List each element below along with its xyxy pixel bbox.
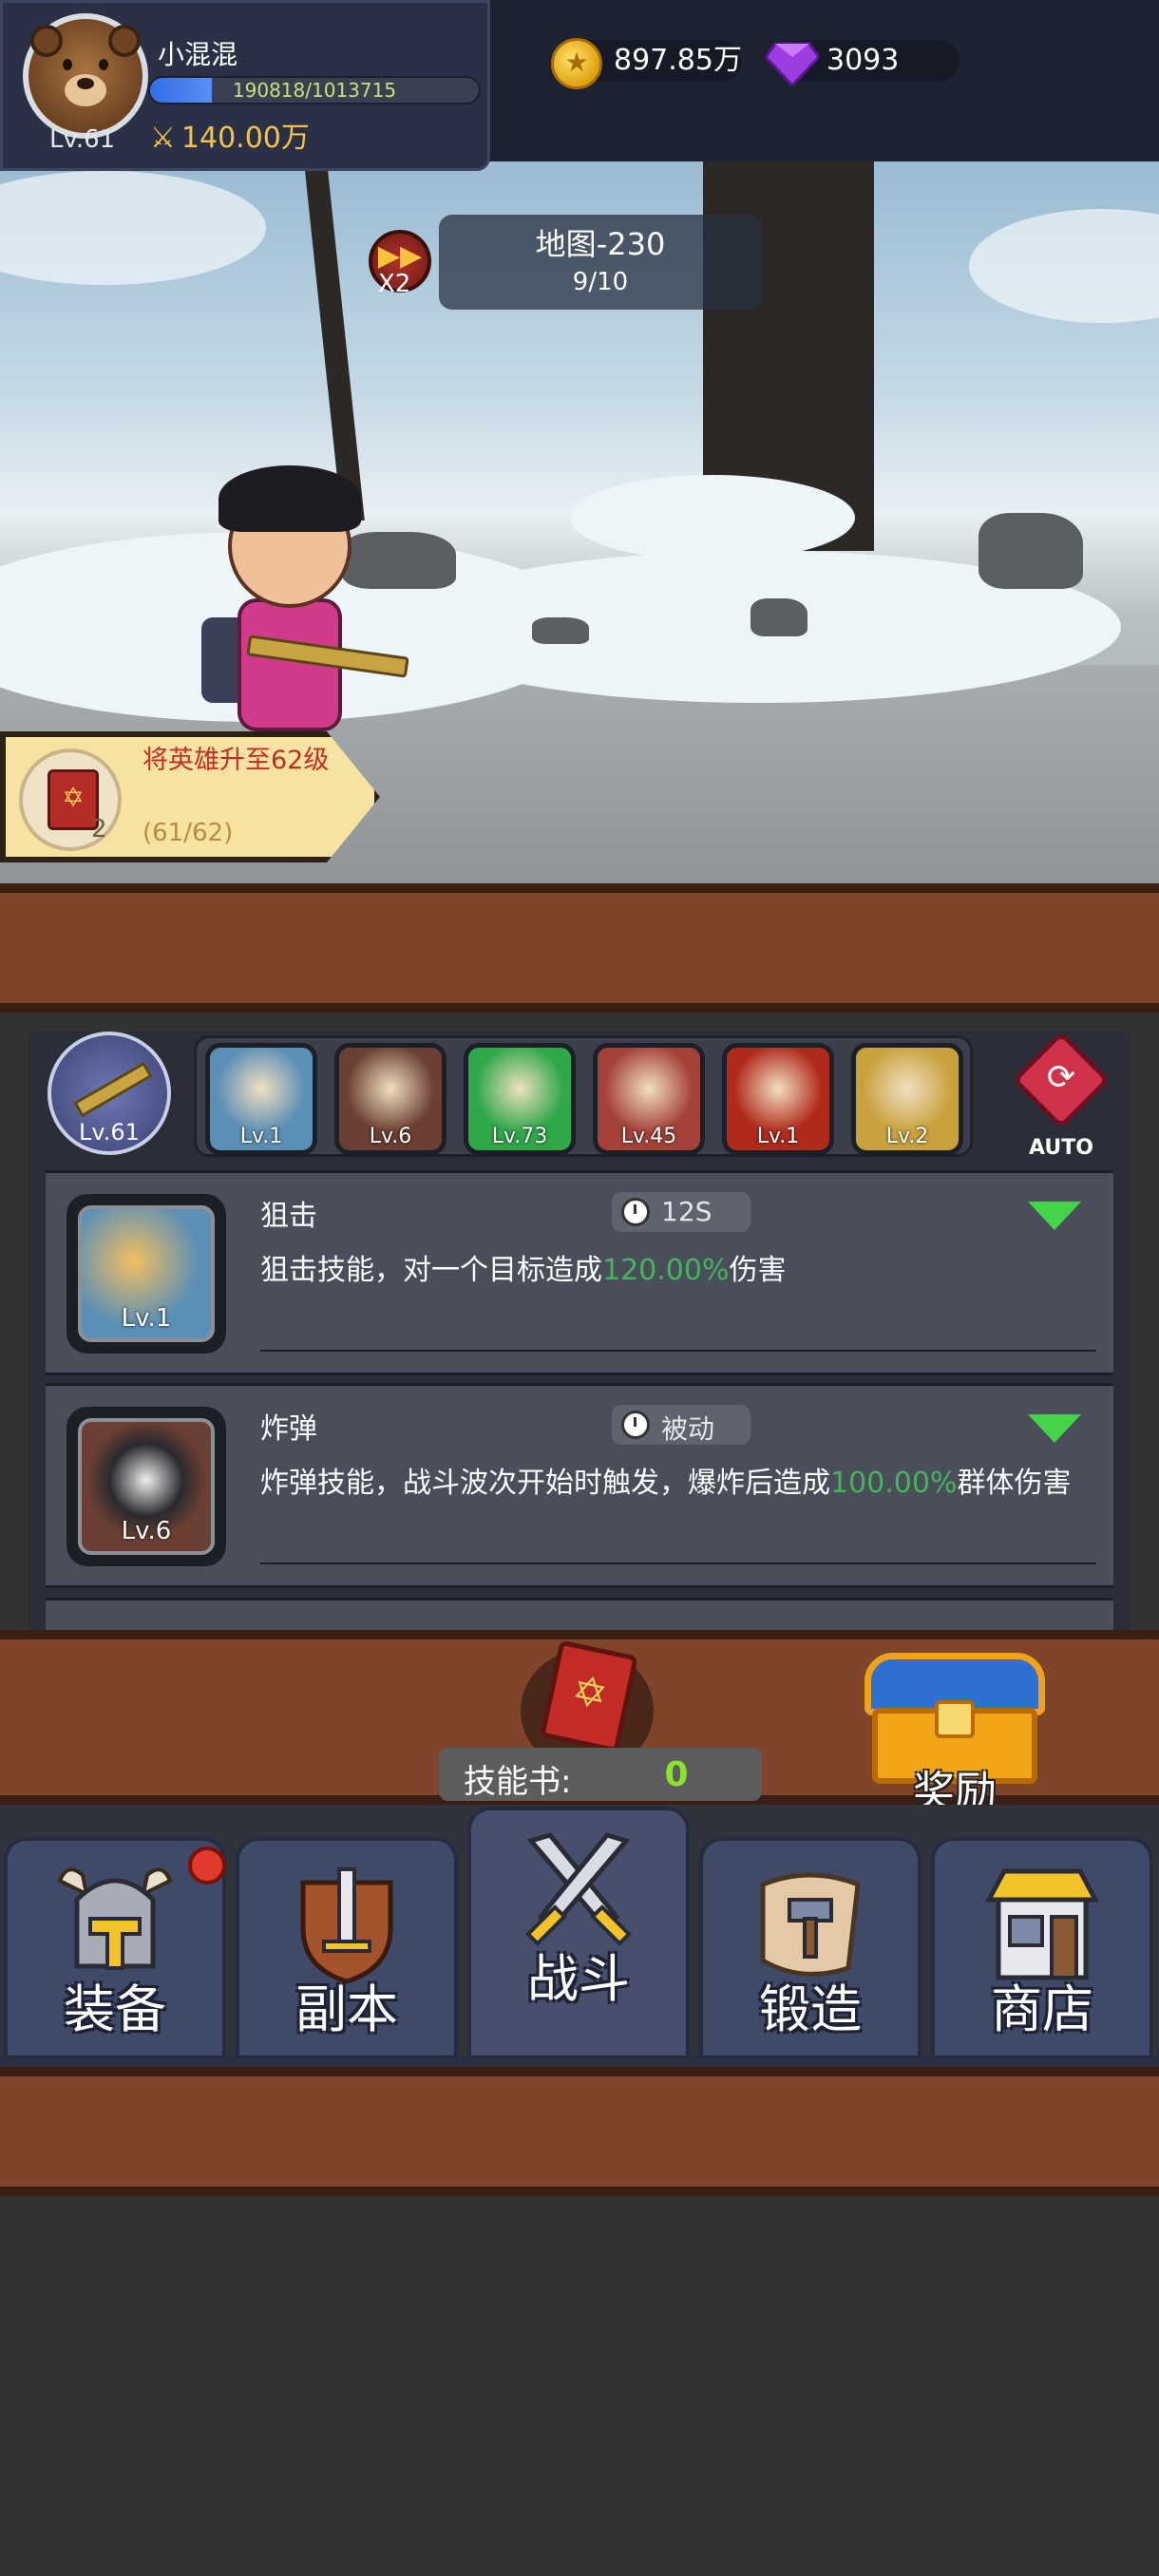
- cooldown-value: 12S: [661, 1196, 712, 1227]
- expand-arrow-icon[interactable]: [1028, 1414, 1081, 1443]
- sniper-skill-slot[interactable]: Lv.1: [205, 1043, 317, 1155]
- xp-text: 190818/1013715: [232, 79, 397, 102]
- nav-dungeon[interactable]: 副本: [236, 1837, 458, 2059]
- skill-row-partial[interactable]: [46, 1598, 1113, 1630]
- skill-level: Lv.1: [121, 1304, 172, 1333]
- poison-skill-slot[interactable]: Lv.73: [464, 1043, 576, 1155]
- desc-text: 炸弹技能，战斗波次开始时触发，爆炸后造成: [260, 1467, 830, 1500]
- skill-book-count: 0: [664, 1755, 689, 1794]
- skill-slot-level: Lv.1: [239, 1125, 283, 1148]
- expand-arrow-icon[interactable]: [1028, 1202, 1081, 1230]
- xp-bar: 190818/1013715: [148, 76, 481, 104]
- notification-dot: [188, 1847, 226, 1885]
- quest-progress: (61/62): [142, 819, 234, 847]
- game-screen: ▶▶ X2 地图-230 9/10 ✡ 2 将英雄升至62级 (61/62) L…: [0, 0, 1159, 2576]
- hero-hair: [218, 465, 361, 532]
- nav-battle[interactable]: 战斗: [467, 1807, 690, 2059]
- nav-forge[interactable]: 锻造: [699, 1837, 922, 2059]
- skill-level: Lv.6: [121, 1517, 172, 1545]
- combat-power-value: 140.00万: [180, 122, 310, 155]
- bear-eye: [63, 59, 72, 70]
- skill-slot-level: Lv.45: [620, 1125, 677, 1148]
- rifle-icon: [73, 1061, 153, 1118]
- lightning-skill-slot[interactable]: Lv.2: [851, 1043, 963, 1155]
- auto-button[interactable]: ⟳ AUTO: [1009, 1030, 1113, 1160]
- gold-coin-icon: ★: [551, 38, 602, 89]
- nav-label: 副本: [295, 1979, 398, 2039]
- desc-value: 120.00%: [602, 1254, 730, 1287]
- skill-name: 狙击: [260, 1200, 317, 1233]
- wave-progress: 9/10: [572, 268, 629, 296]
- bomb-skill-slot[interactable]: Lv.6: [334, 1043, 446, 1155]
- nav-label: 锻造: [759, 1979, 862, 2039]
- skill-description: 狙击技能，对一个目标造成120.00%伤害: [260, 1253, 1096, 1289]
- sniper-icon: Lv.1: [78, 1205, 215, 1342]
- skill-description: 炸弹技能，战斗波次开始时触发，爆炸后造成100.00%群体伤害: [260, 1466, 1096, 1502]
- refresh-icon: ⟳: [1046, 1058, 1076, 1097]
- bear-ear: [30, 25, 63, 57]
- skill-icon: Lv.6: [66, 1407, 226, 1566]
- auto-label: AUTO: [1029, 1136, 1093, 1160]
- skill-slot-level: Lv.73: [491, 1125, 548, 1148]
- gem-value: 3093: [826, 44, 900, 77]
- nav-label: 装备: [64, 1979, 166, 2039]
- wood-divider: [0, 883, 1159, 1013]
- combat-power: ⚔ 140.00万: [150, 114, 310, 156]
- clock-icon: [621, 1411, 650, 1439]
- snow-drift: [570, 475, 855, 560]
- snow-bush: [0, 171, 266, 285]
- fire-pet-skill-slot[interactable]: Lv.45: [593, 1043, 705, 1155]
- cooldown-value: 被动: [661, 1413, 715, 1445]
- player-name: 小混混: [158, 39, 238, 70]
- desc-text: 群体伤害: [957, 1467, 1072, 1500]
- fast-forward-icon: ▶▶: [377, 239, 423, 273]
- rock: [978, 513, 1083, 589]
- nav-label: 商店: [991, 1979, 1093, 2039]
- skill-slot-level: Lv.2: [885, 1125, 929, 1148]
- reward-count: 2: [91, 815, 107, 843]
- weapon-slot[interactable]: Lv.61: [48, 1032, 171, 1155]
- desc-text: 伤害: [729, 1254, 787, 1287]
- cooldown-badge: 被动: [612, 1405, 750, 1445]
- cooldown-badge: 12S: [612, 1192, 750, 1232]
- bear-eye: [99, 59, 108, 70]
- divider: [260, 1563, 1096, 1564]
- skill-row[interactable]: Lv.6 炸弹 被动 炸弹技能，战斗波次开始时触发，爆炸后造成100.00%群体…: [46, 1383, 1113, 1588]
- player-avatar[interactable]: [23, 13, 148, 139]
- speed-label: X2: [378, 270, 411, 298]
- skill-row[interactable]: Lv.1 狙击 12S 狙击技能，对一个目标造成120.00%伤害: [46, 1170, 1113, 1375]
- skill-slot-level: Lv.6: [369, 1125, 412, 1148]
- quest-text: 将英雄升至62级: [142, 746, 330, 775]
- rock: [532, 617, 589, 644]
- skill-icon: Lv.1: [66, 1194, 226, 1354]
- desc-value: 100.00%: [830, 1467, 958, 1500]
- player-level: Lv.61: [49, 125, 116, 154]
- snow-bush: [969, 209, 1159, 323]
- skill-slot-level: Lv.1: [756, 1125, 800, 1148]
- crossed-swords-icon: ⚔: [150, 122, 176, 155]
- map-title: 地图-230: [535, 226, 666, 262]
- hero-character: [190, 465, 418, 750]
- clock-icon: [621, 1198, 650, 1226]
- bear-ear: [108, 25, 141, 57]
- skill-name: 炸弹: [260, 1412, 317, 1446]
- skill-book-counter: 技能书: 0: [439, 1748, 762, 1801]
- nav-shop[interactable]: 商店: [931, 1837, 1153, 2059]
- nav-label: 战斗: [527, 1949, 630, 2009]
- gold-value: 897.85万: [614, 44, 742, 77]
- bear-nose: [77, 78, 94, 89]
- weapon-level: Lv.61: [79, 1119, 140, 1146]
- map-info: 地图-230 9/10: [439, 215, 762, 310]
- desc-text: 狙击技能，对一个目标造成: [260, 1254, 602, 1287]
- wood-divider: [0, 2067, 1159, 2196]
- fireball-skill-slot[interactable]: Lv.1: [722, 1043, 834, 1155]
- skill-book-label: 技能书:: [464, 1763, 572, 1801]
- chest-lock-icon: [935, 1700, 975, 1738]
- rock: [750, 598, 808, 636]
- bomb-icon: Lv.6: [78, 1418, 215, 1555]
- divider: [260, 1350, 1096, 1352]
- gem-icon: [766, 42, 819, 85]
